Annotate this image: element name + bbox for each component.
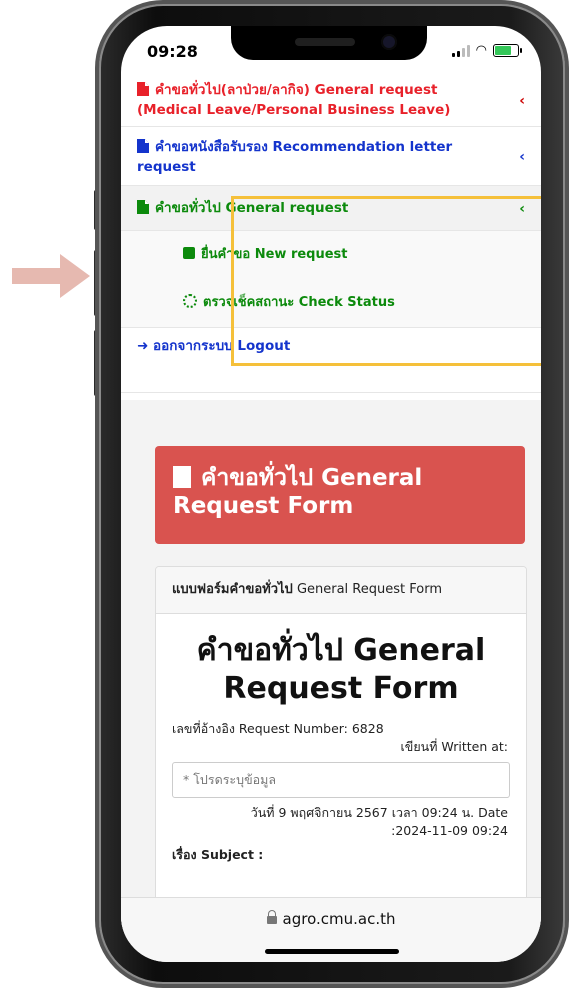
- status-time: 09:28: [147, 42, 198, 61]
- menu-divider: [121, 362, 541, 393]
- date-line-1: วันที่ 9 พฤศจิกายน 2567 เวลา 09:24 น. Da…: [250, 805, 508, 820]
- spinner-icon: [183, 294, 197, 308]
- phone-frame: 09:28 ◠ คำขอทั่วไป(ลาป่วย/ลากิจ) General…: [99, 4, 565, 984]
- submenu-label: ยื่นคำขอ New request: [201, 247, 348, 262]
- chevron-left-icon[interactable]: ‹: [519, 91, 525, 111]
- written-at-label: เขียนที่ Written at:: [400, 739, 508, 754]
- card-body: คำขอทั่วไป General Request Form เลขที่อ้…: [156, 614, 526, 876]
- card-header-bold: แบบฟอร์มคำขอทั่วไป: [172, 582, 293, 597]
- phone-screen: 09:28 ◠ คำขอทั่วไป(ลาป่วย/ลากิจ) General…: [121, 26, 541, 962]
- file-icon: [173, 466, 191, 488]
- side-menu: คำขอทั่วไป(ลาป่วย/ลากิจ) General request…: [121, 74, 541, 393]
- chevron-left-icon[interactable]: ‹: [519, 199, 525, 219]
- logout-label: ออกจากระบบ Logout: [153, 338, 291, 354]
- menu-item-medical-leave[interactable]: คำขอทั่วไป(ลาป่วย/ลากิจ) General request…: [121, 74, 541, 127]
- menu-item-label: คำขอทั่วไป General request: [155, 200, 349, 216]
- date-line-2: :2024-11-09 09:24: [391, 823, 508, 838]
- main-content: คำขอทั่วไป General Request Form แบบฟอร์ม…: [121, 400, 541, 960]
- document-icon: [137, 139, 149, 153]
- submenu-check-status[interactable]: ตรวจเช็คสถานะ Check Status: [121, 279, 541, 327]
- submenu-label: ตรวจเช็คสถานะ Check Status: [203, 295, 395, 310]
- card-header-text: General Request Form: [296, 582, 442, 597]
- camera: [381, 34, 397, 50]
- menu-item-logout[interactable]: ➜ ออกจากระบบ Logout: [121, 327, 541, 362]
- form-title: คำขอทั่วไป General Request Form: [196, 633, 486, 706]
- written-at-input[interactable]: * โปรดระบุข้อมูล: [172, 762, 510, 798]
- battery-icon: [493, 44, 522, 57]
- menu-item-general-request[interactable]: คำขอทั่วไป General request ‹: [121, 186, 541, 231]
- document-icon: [137, 200, 149, 214]
- browser-address-bar[interactable]: agro.cmu.ac.th: [121, 897, 541, 962]
- chevron-left-icon[interactable]: ‹: [519, 147, 525, 167]
- address-text-container: agro.cmu.ac.th: [121, 910, 541, 928]
- notch: [231, 26, 427, 60]
- menu-item-label: คำขอหนังสือรับรอง Recommendation letter …: [137, 139, 453, 175]
- menu-item-recommendation[interactable]: คำขอหนังสือรับรอง Recommendation letter …: [121, 127, 541, 186]
- request-number: เลขที่อ้างอิง Request Number: 6828: [172, 721, 384, 736]
- logout-icon: ➜: [137, 338, 149, 354]
- signal-icon: [451, 44, 470, 57]
- status-icons: ◠: [451, 42, 522, 58]
- pointer-arrow-icon: [12, 254, 90, 298]
- document-icon: [137, 82, 149, 96]
- wifi-icon: ◠: [475, 42, 487, 58]
- card-header: แบบฟอร์มคำขอทั่วไป General Request Form: [156, 567, 526, 614]
- lock-icon: [266, 910, 277, 924]
- form-banner: คำขอทั่วไป General Request Form: [155, 446, 525, 544]
- address-text: agro.cmu.ac.th: [282, 910, 396, 928]
- edit-icon: [183, 247, 195, 259]
- form-card: แบบฟอร์มคำขอทั่วไป General Request Form …: [155, 566, 527, 948]
- menu-item-label: คำขอทั่วไป(ลาป่วย/ลากิจ) General request…: [137, 82, 451, 118]
- home-indicator: [265, 949, 399, 954]
- subject-label: เรื่อง Subject :: [172, 847, 264, 862]
- speaker: [295, 38, 355, 46]
- banner-title: คำขอทั่วไป General Request Form: [173, 465, 423, 519]
- submenu-new-request[interactable]: ยื่นคำขอ New request: [121, 231, 541, 279]
